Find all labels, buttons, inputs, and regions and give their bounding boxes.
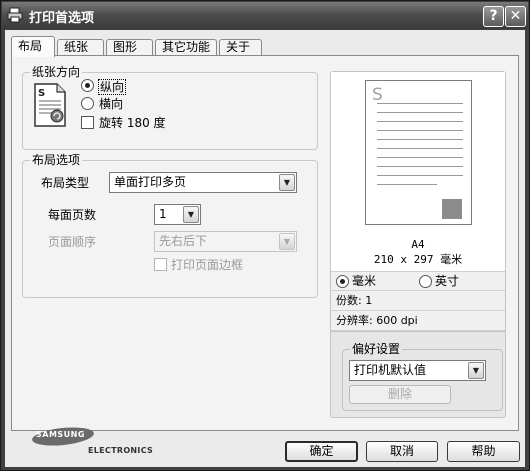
help-icon[interactable]: ?	[483, 6, 504, 27]
copies-row: 份数: 1	[331, 291, 505, 311]
tab-paper[interactable]: 纸张	[57, 39, 104, 56]
pages-per-side-label: 每面页数	[48, 208, 97, 222]
delete-favorite-button[interactable]: 删除	[349, 385, 451, 404]
favorites-group-label: 偏好设置	[350, 342, 403, 356]
image-placeholder-icon	[442, 199, 462, 219]
tab-graphics[interactable]: 图形	[106, 39, 153, 56]
portrait-label[interactable]: 纵向	[98, 79, 127, 95]
page-order-value: 先右后下	[159, 234, 208, 248]
help-button[interactable]: 帮助	[447, 441, 520, 462]
page-logo-glyph: S	[372, 85, 383, 105]
layout-type-value: 单面打印多页	[114, 175, 187, 189]
layout-type-label: 布局类型	[41, 176, 90, 190]
unit-mm-label[interactable]: 毫米	[352, 274, 376, 288]
printer-icon	[7, 7, 23, 23]
orientation-group: 纸张方向 S 纵向 横向 旋转 180 度	[22, 65, 318, 150]
layout-options-group: 布局选项 布局类型 单面打印多页 ▼ 每面页数 1 ▼ 页面顺序 先右后下 ▼ …	[22, 153, 318, 298]
page-order-select[interactable]: 先右后下 ▼	[154, 231, 297, 252]
favorites-group: 偏好设置 打印机默认值 ▼ 删除	[342, 342, 503, 411]
portrait-radio[interactable]	[81, 79, 94, 92]
print-preferences-window: 打印首选项 ? ✕ 布局 纸张 图形 其它功能 关于 纸张方向 S 纵向 横向 …	[0, 0, 530, 471]
dialog-client-area: 布局 纸张 图形 其它功能 关于 纸张方向 S 纵向 横向 旋转 180 度 布…	[5, 30, 525, 467]
print-page-border-label[interactable]: 打印页面边框	[171, 258, 243, 272]
orientation-group-label: 纸张方向	[30, 65, 83, 79]
resolution-row: 分辨率: 600 dpi	[331, 311, 505, 331]
chevron-down-icon[interactable]: ▼	[468, 362, 484, 379]
print-page-border-checkbox[interactable]	[154, 258, 167, 271]
cancel-button[interactable]: 取消	[366, 441, 438, 462]
unit-inch-radio[interactable]	[419, 275, 432, 288]
chevron-down-icon[interactable]: ▼	[183, 206, 199, 223]
close-icon[interactable]: ✕	[505, 6, 526, 27]
chevron-down-icon[interactable]: ▼	[279, 233, 295, 250]
pages-per-side-select[interactable]: 1 ▼	[154, 204, 201, 225]
preview-panel: S A4 210 x 297 毫米 毫米 英寸 份数: 1 分辨率: 600 d…	[330, 71, 506, 418]
tab-about[interactable]: 关于	[219, 39, 262, 56]
layout-options-group-label: 布局选项	[30, 153, 83, 167]
samsung-logo: SAMSUNG ELECTRONICS	[30, 424, 154, 466]
ok-button[interactable]: 确定	[285, 441, 358, 462]
page-orientation-icon: S	[34, 83, 66, 127]
favorites-value: 打印机默认值	[354, 363, 427, 377]
pages-per-side-value: 1	[159, 207, 167, 221]
samsung-logo-subtitle: ELECTRONICS	[88, 446, 154, 455]
unit-mm-radio[interactable]	[336, 275, 349, 288]
rotate-180-label[interactable]: 旋转 180 度	[99, 116, 166, 130]
samsung-logo-text: SAMSUNG	[36, 430, 85, 439]
layout-type-select[interactable]: 单面打印多页 ▼	[109, 172, 297, 193]
page-preview: S	[365, 80, 472, 225]
unit-inch-label[interactable]: 英寸	[435, 274, 459, 288]
landscape-radio[interactable]	[81, 97, 94, 110]
tab-other-features[interactable]: 其它功能	[155, 39, 217, 56]
landscape-label[interactable]: 横向	[99, 97, 123, 111]
chevron-down-icon[interactable]: ▼	[279, 174, 295, 191]
title-bar[interactable]: 打印首选项 ? ✕	[2, 2, 528, 29]
svg-text:S: S	[38, 88, 45, 99]
paper-size: 210 x 297 毫米	[373, 253, 463, 266]
rotate-180-checkbox[interactable]	[81, 116, 94, 129]
window-title: 打印首选项	[29, 11, 95, 26]
tab-layout[interactable]: 布局	[11, 36, 55, 57]
layout-tab-panel: 纸张方向 S 纵向 横向 旋转 180 度 布局选项 布局类型 单面打印多页 ▼…	[11, 55, 519, 455]
paper-name: A4	[411, 238, 425, 251]
page-order-label: 页面顺序	[48, 235, 97, 249]
unit-row: 毫米 英寸	[331, 271, 505, 291]
preview-area: S A4 210 x 297 毫米 毫米 英寸 份数: 1 分辨率: 600 d…	[331, 72, 505, 332]
favorites-select[interactable]: 打印机默认值 ▼	[349, 360, 486, 381]
